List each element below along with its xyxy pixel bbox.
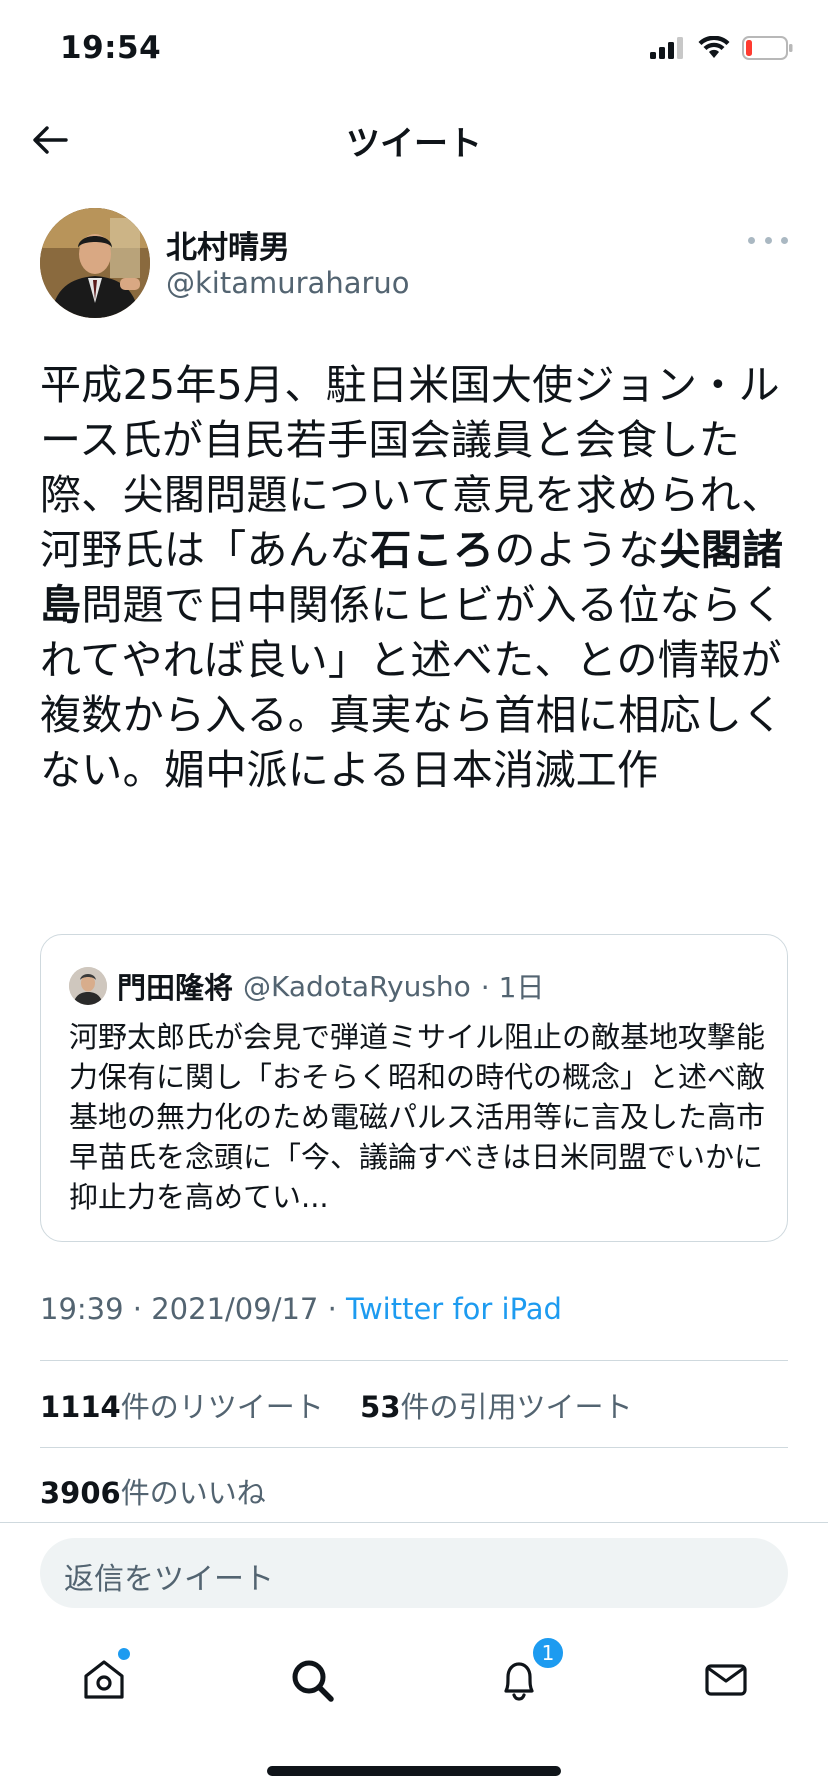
- timestamp-text: 19:39 · 2021/09/17 ·: [40, 1292, 347, 1326]
- quote-header: 門田隆将 @KadotaRyusho · 1日: [69, 965, 544, 1007]
- signal-icon: [650, 37, 683, 59]
- quotes-label: 件の引用ツイート: [400, 1390, 633, 1424]
- quote-text: 河野太郎氏が会見で弾道ミサイル阻止の敵基地攻撃能力保有に関し「おそらく昭和の時代…: [69, 1020, 766, 1214]
- tweet-author: 北村晴男 @kitamuraharuo: [40, 208, 788, 320]
- home-unread-dot: [118, 1648, 130, 1660]
- retweet-stats: 1114件のリツイート 53件の引用ツイート: [40, 1384, 633, 1426]
- more-options-button[interactable]: [748, 230, 788, 250]
- reply-placeholder: 返信をツイート: [64, 1562, 274, 1597]
- tab-messages[interactable]: [696, 1650, 756, 1710]
- tweet-timestamp: 19:39 · 2021/09/17 · Twitter for iPad: [40, 1292, 562, 1326]
- battery-low-icon: [742, 36, 793, 60]
- quote-avatar: [69, 967, 107, 1005]
- header: ツイート: [0, 100, 828, 180]
- messages-icon: [705, 1664, 747, 1696]
- author-photo-icon: [40, 208, 150, 318]
- tab-search[interactable]: [282, 1650, 342, 1710]
- tab-bar: 1: [0, 1636, 828, 1720]
- likes-stats[interactable]: 3906件のいいね: [40, 1470, 266, 1512]
- retweets-count: 1114: [40, 1390, 121, 1424]
- author-handle[interactable]: @kitamuraharuo: [166, 266, 410, 300]
- likes-label: 件のいいね: [120, 1476, 266, 1510]
- quote-handle: @KadotaRyusho: [243, 969, 471, 1003]
- retweets-link[interactable]: 1114件のリツイート: [40, 1390, 324, 1424]
- status-time: 19:54: [60, 30, 162, 66]
- retweets-label: 件のリツイート: [120, 1390, 324, 1424]
- quote-time: · 1日: [480, 971, 545, 1004]
- quote-display-name: 門田隆将: [117, 971, 234, 1005]
- status-bar: 19:54: [0, 0, 828, 100]
- quote-tweet[interactable]: 門田隆将 @KadotaRyusho · 1日 河野太郎氏が会見で弾道ミサイル阻…: [40, 934, 788, 1242]
- notification-badge: 1: [531, 1636, 565, 1670]
- quote-author-photo-icon: [69, 967, 107, 1005]
- tweet-text: 平成25年5月、駐日米国大使ジョン・ルース氏が自民若手国会議員と会食した際、尖閣…: [40, 358, 792, 798]
- home-indicator: [267, 1766, 561, 1776]
- likes-count: 3906: [40, 1476, 121, 1510]
- status-icons: [650, 36, 794, 60]
- quotes-link[interactable]: 53件の引用ツイート: [360, 1390, 632, 1424]
- tweet-text-bold: 石ころ: [370, 526, 495, 574]
- tab-notifications[interactable]: 1: [489, 1636, 565, 1710]
- wifi-icon: [698, 36, 730, 58]
- search-icon: [292, 1660, 334, 1702]
- divider: [40, 1360, 788, 1361]
- page-title: ツイート: [346, 124, 482, 164]
- home-icon: [84, 1660, 124, 1699]
- tweet-text-part: 問題で日中関係にヒビが入る位ならくれてやれば良い」と述べた、との情報が複数から入…: [40, 581, 784, 794]
- author-display-name[interactable]: 北村晴男: [166, 222, 290, 267]
- reply-input[interactable]: 返信をツイート: [40, 1538, 788, 1608]
- more-dot-icon: [781, 236, 788, 244]
- avatar[interactable]: [40, 208, 150, 318]
- more-dot-icon: [764, 236, 772, 244]
- quotes-count: 53: [360, 1390, 401, 1424]
- tweet-text-part: のような: [494, 526, 660, 574]
- tab-home[interactable]: [74, 1648, 134, 1710]
- divider: [0, 1522, 828, 1523]
- tweet-source-link[interactable]: Twitter for iPad: [346, 1292, 562, 1326]
- more-dot-icon: [748, 236, 755, 244]
- divider: [40, 1447, 788, 1448]
